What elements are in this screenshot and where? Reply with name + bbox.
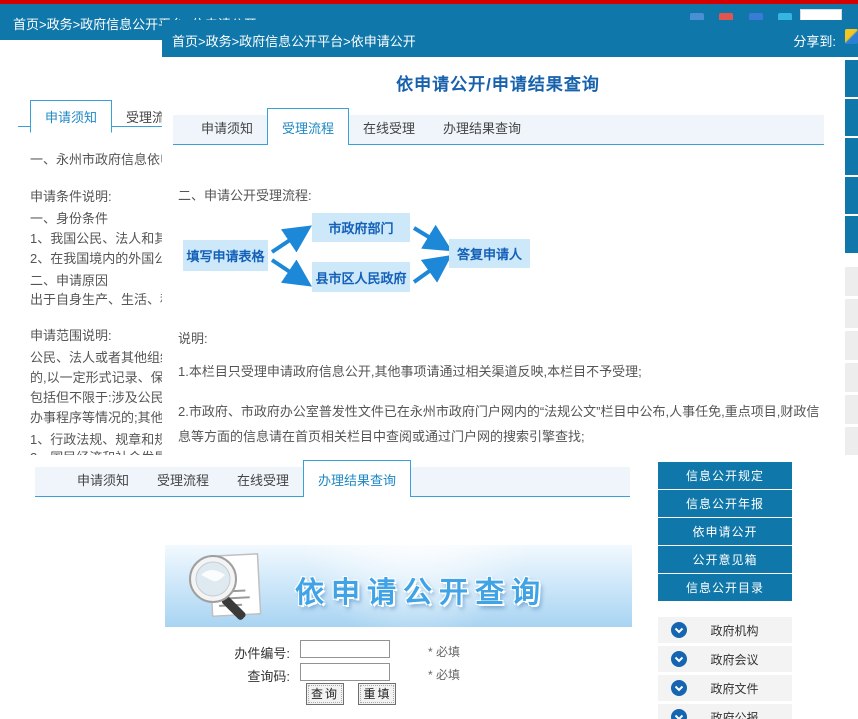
base-text-line: 1、我国公民、法人和其他 xyxy=(30,228,180,247)
tab-zaixianshouli[interactable]: 在线受理 xyxy=(223,463,303,496)
sidebar-fragment xyxy=(845,99,858,136)
base-text-line: 一、身份条件 xyxy=(30,208,108,227)
docnumber-input[interactable] xyxy=(300,640,390,658)
sidebar-fragment xyxy=(845,427,858,455)
accordion-label: 政府公报 xyxy=(687,709,792,719)
accordion-row-zhengfuhuiyi[interactable]: 政府会议 xyxy=(658,646,792,672)
required-hint: * 必填 xyxy=(428,643,460,660)
share-to-label: 分享到: xyxy=(793,31,836,50)
accordion-label: 政府会议 xyxy=(687,651,792,668)
sidebar-fragment xyxy=(845,331,858,360)
banner-title: 依申请公开查询 xyxy=(295,569,547,611)
page-title: 依申请公开/申请结果查询 xyxy=(162,70,834,95)
notes-title: 说明: xyxy=(178,328,208,347)
base-text-line: 1、行政法规、规章和规范 xyxy=(30,429,180,448)
tab-shoulliucheng[interactable]: 受理流程 xyxy=(267,108,349,145)
tab-shenqingxuzhi[interactable]: 申请须知 xyxy=(187,111,267,144)
field-label-docnumber: 办件编号: xyxy=(160,643,290,662)
sidebar-item-yijianxiang[interactable]: 公开意见箱 xyxy=(658,546,792,573)
sidebar-item-yishenqinggongkai[interactable]: 依申请公开 xyxy=(658,518,792,545)
flow-node-start: 填写申请表格 xyxy=(183,240,268,271)
sidebar-item-gongkainianbao[interactable]: 信息公开年报 xyxy=(658,490,792,517)
tab-shenqingxuzhi[interactable]: 申请须知 xyxy=(63,463,143,496)
sidebar-item-gongkaiguiding[interactable]: 信息公开规定 xyxy=(658,462,792,489)
base-text-line: 申请范围说明: xyxy=(30,325,112,344)
magnifier-document-icon xyxy=(181,549,269,625)
overlay-tab-bar: 申请须知 受理流程 在线受理 办理结果查询 xyxy=(173,115,824,145)
base-text-line: 申请条件说明: xyxy=(30,186,112,205)
field-label-querycode: 查询码: xyxy=(160,666,290,685)
tab-shenqingxuzhi[interactable]: 申请须知 xyxy=(30,100,112,133)
sidebar-fragment xyxy=(845,267,858,296)
flow-node-reply: 答复申请人 xyxy=(449,239,530,268)
accordion-row-zhengfujigou[interactable]: 政府机构 xyxy=(658,617,792,643)
base-text-line: 办事程序等情况的;其他 xyxy=(30,407,164,426)
chevron-down-icon xyxy=(671,709,687,719)
accordion-label: 政府机构 xyxy=(687,622,792,639)
tab-shoulliucheng[interactable]: 受理流程 xyxy=(143,463,223,496)
sidebar-accordion: 政府机构 政府会议 政府文件 政府公报 xyxy=(658,617,792,719)
required-hint: * 必填 xyxy=(428,666,460,683)
sidebar-fragment xyxy=(845,60,858,97)
form-buttons: 查询 重填 xyxy=(306,683,406,705)
breadcrumb[interactable]: 首页>政务>政府信息公开平台>依申请公开 xyxy=(172,31,416,50)
querycode-input[interactable] xyxy=(300,663,390,681)
chevron-down-icon xyxy=(671,622,687,638)
sidebar-fragment xyxy=(845,395,858,424)
tab-banlijieguochaxun[interactable]: 办理结果查询 xyxy=(429,111,535,144)
base-text-line: 2、在我国境内的外国公民 xyxy=(30,248,180,267)
accordion-row-zhengfuwenjian[interactable]: 政府文件 xyxy=(658,675,792,701)
sidebar-menu: 信息公开规定 信息公开年报 依申请公开 公开意见箱 信息公开目录 xyxy=(658,462,792,602)
sidebar-fragment xyxy=(845,138,858,175)
sidebar-fragment xyxy=(845,216,858,253)
query-banner: 依申请公开查询 xyxy=(165,545,632,627)
share-icon[interactable] xyxy=(845,29,858,44)
accordion-row-zhengfugongbao[interactable]: 政府公报 xyxy=(658,704,792,719)
flow-overlay-panel: 首页>政务>政府信息公开平台>依申请公开 分享到: 依申请公开/申请结果查询 申… xyxy=(162,20,858,455)
reset-button[interactable]: 重填 xyxy=(358,683,396,705)
query-panel: 申请须知 受理流程 在线受理 办理结果查询 依申请公开查询 办件编号: xyxy=(0,455,858,719)
sidebar-fragment xyxy=(845,177,858,214)
base-text-line: 的,以一定形式记录、保存 xyxy=(30,367,177,386)
base-text-line: 二、申请原因 xyxy=(30,270,108,289)
note-line-1: 1.本栏目只受理申请政府信息公开,其他事项请通过相关渠道反映,本栏目不予受理; xyxy=(178,361,838,380)
chevron-down-icon xyxy=(671,680,687,696)
tab-zaixianshouli[interactable]: 在线受理 xyxy=(349,111,429,144)
chevron-down-icon xyxy=(671,651,687,667)
sidebar-fragment xyxy=(845,363,858,392)
sidebar-fragment xyxy=(845,299,858,328)
page: 首页>政务>政府信息公开平台>依申请公开 申请须知 受理流程 一、永州市政府信息… xyxy=(0,0,858,719)
flow-node-county-gov: 县市区人民政府 xyxy=(312,262,410,292)
note-line-2: 2.市政府、市政府办公室普发性文件已在永州市政府门户网内的“法规公文”栏目中公布… xyxy=(178,399,830,449)
query-button[interactable]: 查询 xyxy=(306,683,344,705)
overlay-breadcrumb-bar: 首页>政务>政府信息公开平台>依申请公开 分享到: xyxy=(162,20,858,57)
tab-banlijieguochaxun[interactable]: 办理结果查询 xyxy=(303,460,411,497)
base-text-line: 包括但不限于:涉及公民、 xyxy=(30,387,177,406)
bottom-tab-bar: 申请须知 受理流程 在线受理 办理结果查询 xyxy=(35,467,630,497)
flow-node-city-dept: 市政府部门 xyxy=(312,213,410,242)
accordion-label: 政府文件 xyxy=(687,680,792,697)
sidebar-item-gongkaimulu[interactable]: 信息公开目录 xyxy=(658,574,792,601)
